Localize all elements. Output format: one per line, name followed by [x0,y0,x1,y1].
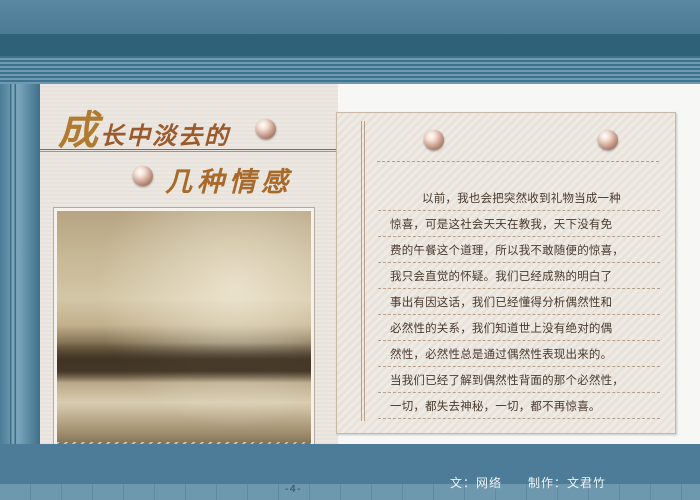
essay-line: 费的午餐这个道理，所以我不敢随便的惊喜， [378,237,660,263]
essay-line: 以前，我也会把突然收到礼物当成一种 [378,185,660,211]
essay-line: 然性，必然性总是通过偶然性表现出来的。 [378,341,660,367]
credits-text: 文：网络 制作：文君竹 [450,476,607,490]
paper-top-rule [377,161,659,162]
pin-bead-icon [424,130,444,150]
pin-bead-icon [598,130,618,150]
essay-line: 当我们已经了解到偶然性背面的那个必然性， [378,367,660,393]
left-column-stripe [10,84,16,500]
paper-margin-line [361,121,365,421]
photo-haze [57,211,311,470]
essay-line: 惊喜，可是这社会天天在教我，天下没有免 [378,211,660,237]
bead-icon [256,119,276,139]
photo-reeds [57,343,311,383]
title-line1-text: 长中淡去的 [100,121,230,150]
essay-text: 以前，我也会把突然收到礼物当成一种 惊喜，可是这社会天天在教我，天下没有免 费的… [378,185,660,419]
title-initial: 成 [58,107,100,154]
page-title-line1: 成长中淡去的 [58,98,230,156]
essay-line: 事出有因这话，我们已经懂得分析偶然性和 [378,289,660,315]
essay-line: 一切，都失去神秘，一切，都不再惊喜。 [378,393,660,419]
left-decorative-column [0,84,40,500]
top-banner [0,0,700,34]
top-band [0,34,700,56]
bottom-bar [0,444,700,500]
bead-icon [133,166,153,186]
page-number: -4- [285,484,302,495]
essay-line: 必然性的关系，我们知道世上没有绝对的偶 [378,315,660,341]
essay-line: 我只会直觉的怀疑。我们已经成熟的明白了 [378,263,660,289]
foggy-landscape-photo [54,208,314,473]
striped-band [0,56,700,84]
page-title-line2: 几种情感 [165,167,293,198]
